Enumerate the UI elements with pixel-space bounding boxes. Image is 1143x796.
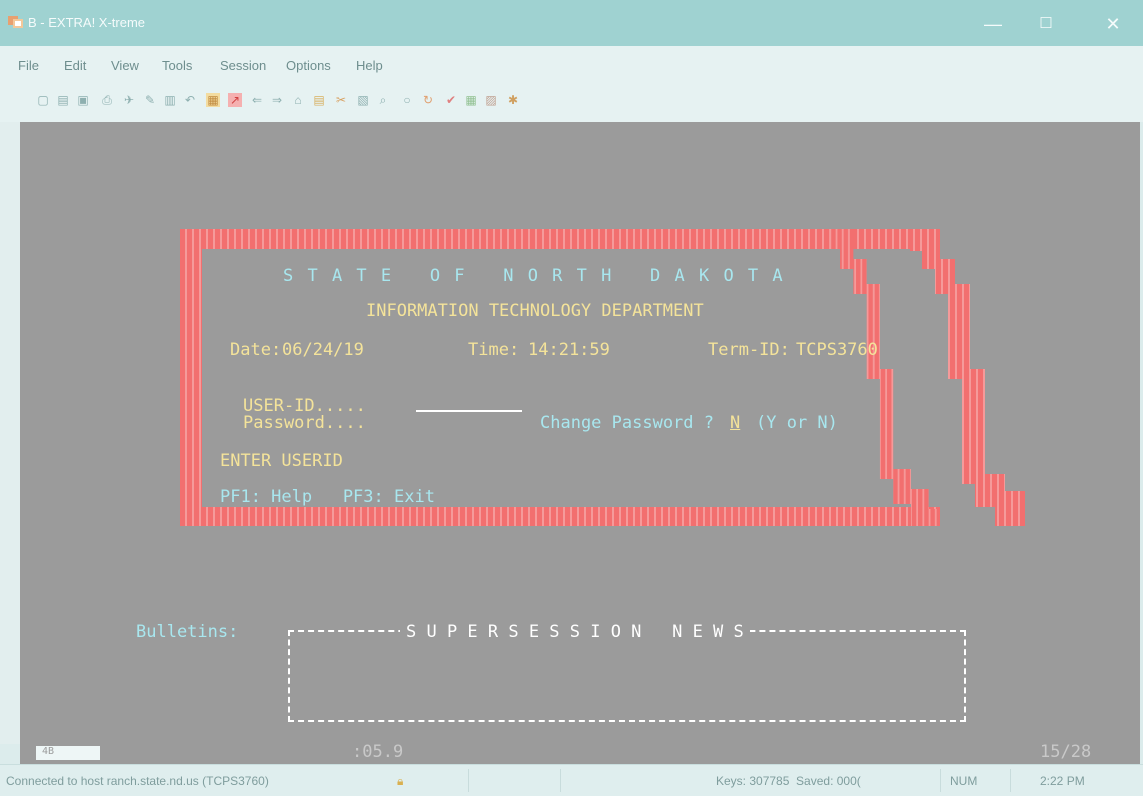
change-password-label: Change Password ? [540,413,714,433]
connection-status: Connected to host ranch.state.nd.us (TCP… [6,774,269,788]
undo-icon[interactable]: ↶ [183,93,197,107]
refresh-icon[interactable]: ↻ [421,93,435,107]
view-icon[interactable]: ⌕ [376,93,390,107]
title-bar: B - EXTRA! X-treme — ☐ ✕ [0,0,1143,46]
grid-icon[interactable]: ▦ [464,93,478,107]
pf-keys: PF1: Help PF3: Exit [220,487,435,507]
close-button[interactable]: ✕ [1090,10,1136,38]
app-icon [8,16,23,28]
tools-icon[interactable]: ✂ [334,93,348,107]
paste-icon[interactable]: ▧ [356,93,370,107]
password-label: Password.... [243,413,366,433]
save-icon[interactable]: ▣ [76,93,90,107]
dept-title: INFORMATION TECHNOLOGY DEPARTMENT [366,301,704,321]
left-margin [0,122,20,744]
frame-right-edge [740,229,1040,526]
menu-view[interactable]: View [111,58,139,73]
menu-session[interactable]: Session [220,58,266,73]
help-icon[interactable]: ✱ [506,93,520,107]
terminal-status-row: 4B :05.9 15/28 [20,742,1140,764]
time-value: 14:21:59 [528,340,610,360]
time-label: Time: [468,340,520,360]
cursor-position: 15/28 [1040,742,1092,762]
session-indicator: 4B [36,746,100,760]
elapsed-timer: :05.9 [352,742,404,762]
bulletins-box [288,630,966,722]
forward-icon[interactable]: ⇒ [270,93,284,107]
menu-tools[interactable]: Tools [162,58,192,73]
menu-bar: File Edit View Tools Session Options Hel… [0,46,1143,84]
bulletins-label: Bulletins: [136,622,239,642]
record-icon[interactable]: ↗ [228,93,242,107]
copy-icon[interactable]: ▥ [163,93,177,107]
menu-file[interactable]: File [18,58,39,73]
menu-edit[interactable]: Edit [64,58,86,73]
back-icon[interactable]: ⇐ [250,93,264,107]
lock-icon: 🔒︎ [397,774,404,788]
state-title: S T A T E O F N O R T H D A K O T A [283,266,785,286]
date-value: 06/24/19 [282,340,364,360]
maximize-button[interactable]: ☐ [1023,10,1069,38]
termid-value: TCPS3760 [796,340,878,360]
menu-help[interactable]: Help [356,58,383,73]
keys-saved: Keys: 307785 Saved: 000( [716,774,861,788]
home-icon[interactable]: ⌂ [291,93,305,107]
graph-icon[interactable]: ▨ [484,93,498,107]
print-icon[interactable]: ⎙ [100,93,114,107]
open-icon[interactable]: ▤ [56,93,70,107]
new-icon[interactable]: ▢ [36,93,50,107]
bulletins-title: S U P E R S E S S I O N N E W S [400,622,750,642]
chart-icon[interactable]: ▤ [312,93,326,107]
num-lock-indicator: NUM [950,774,978,788]
menu-options[interactable]: Options [286,58,331,73]
send-icon[interactable]: ✈ [122,93,136,107]
macro-icon[interactable]: ▦ [206,93,220,107]
status-message: ENTER USERID [220,451,343,471]
check-icon[interactable]: ✔ [444,93,458,107]
date-label: Date: [230,340,282,360]
clock: 2:22 PM [1040,774,1085,788]
userid-input[interactable] [416,410,522,412]
circle-icon[interactable]: ○ [400,93,414,107]
termid-label: Term-ID: [708,340,790,360]
status-bar: Connected to host ranch.state.nd.us (TCP… [0,764,1143,796]
minimize-button[interactable]: — [970,10,1016,38]
window-title: B - EXTRA! X-treme [28,15,146,30]
edit-icon[interactable]: ✎ [143,93,157,107]
change-password-hint: (Y or N) [756,413,838,433]
change-password-input[interactable]: N [730,413,740,433]
